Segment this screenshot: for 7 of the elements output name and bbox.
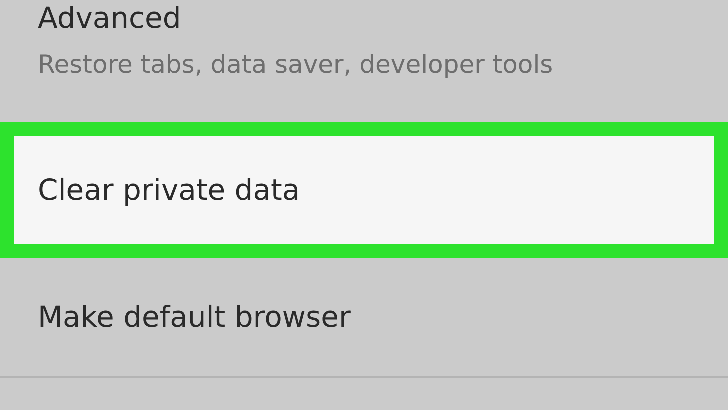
settings-item[interactable]: Make default browser — [0, 258, 728, 378]
highlighted-settings-item[interactable]: Clear private data — [0, 122, 728, 258]
item-title: Clear private data — [38, 172, 302, 208]
item-title: Advanced — [38, 0, 182, 36]
settings-item[interactable]: Advanced Restore tabs, data saver, developer tools — [0, 0, 728, 122]
item-title: Make default browser — [38, 299, 352, 335]
item-subtitle: Restore tabs, data saver, developer tools — [38, 49, 554, 81]
